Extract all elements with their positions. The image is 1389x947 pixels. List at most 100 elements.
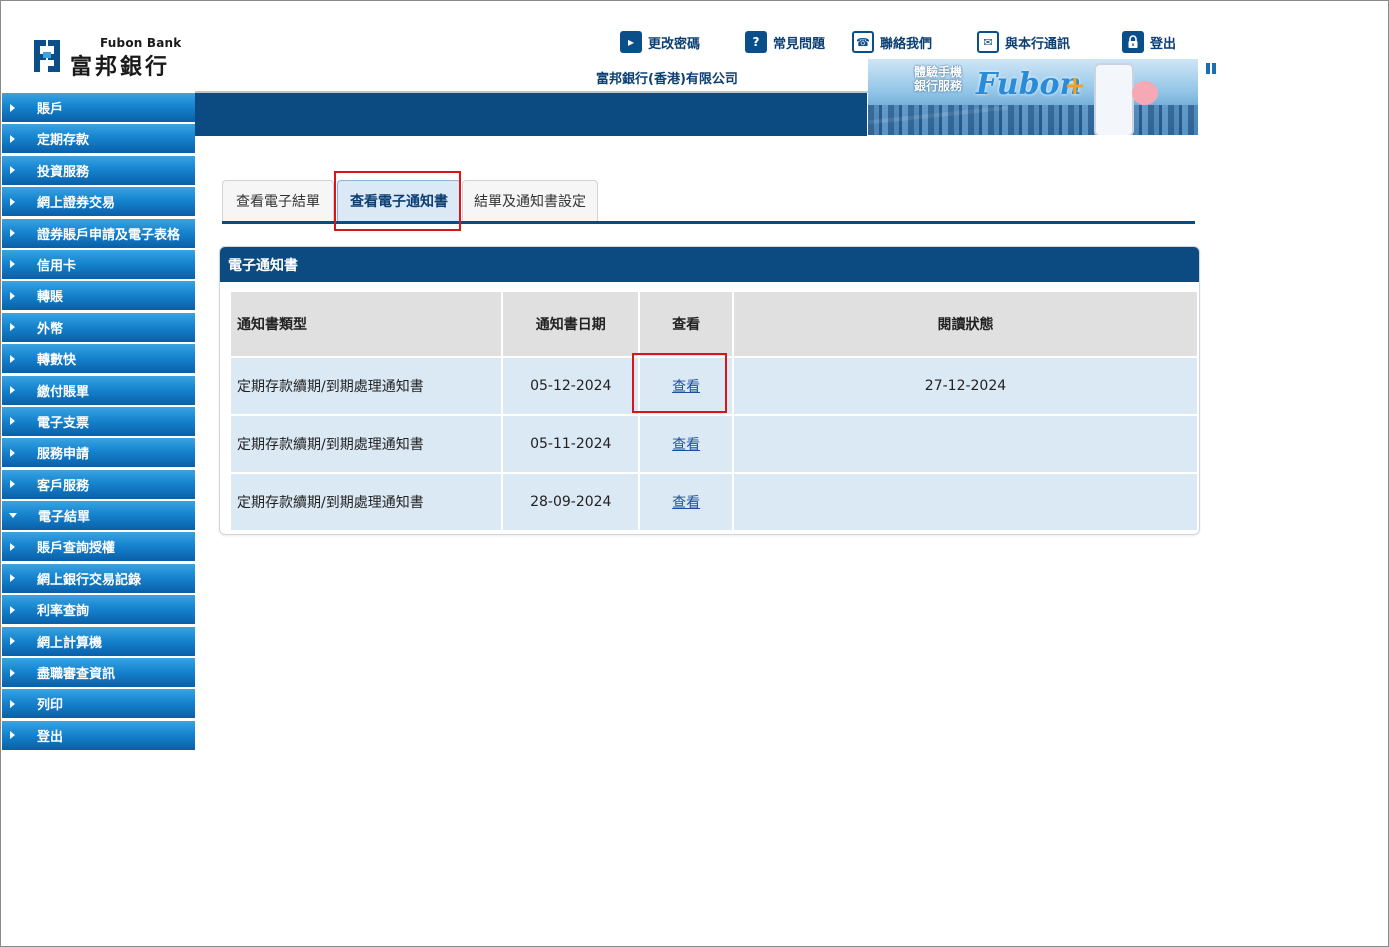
sidebar-item-account-inquiry-authorization[interactable]: 賬戶查詢授權	[2, 532, 195, 562]
question-icon: ?	[745, 31, 767, 53]
sidebar-item-label: 賬戶	[37, 102, 64, 117]
sidebar-item-label: 定期存款	[37, 133, 90, 149]
sidebar-item-print[interactable]: 列印	[2, 689, 195, 719]
sidebar-item-label: 服務申請	[37, 447, 90, 463]
sidebar-item-securities-account-forms[interactable]: 證券賬戶申請及電子表格	[2, 218, 195, 248]
sidebar-item-label: 證券賬戶申請及電子表格	[37, 227, 181, 243]
banner-tagline-line1: 體驗手機	[914, 65, 963, 79]
sidebar-item-label: 網上證券交易	[37, 196, 116, 212]
sidebar-item-securities-trading[interactable]: 網上證券交易	[2, 187, 195, 217]
sidebar-item-bill-payment[interactable]: 繳付賬單	[2, 375, 195, 405]
chevron-right-icon	[10, 637, 15, 646]
cell-advice-type: 定期存款續期/到期處理通知書	[231, 416, 502, 472]
sidebar-item-due-diligence[interactable]: 盡職審查資訊	[2, 658, 195, 688]
banner-pause-button[interactable]	[1206, 59, 1218, 74]
sidebar-item-label: 客戶服務	[37, 478, 90, 494]
sidebar-item-label: 賬戶查詢授權	[37, 541, 116, 557]
sidebar-item-label: 盡職審查資訊	[37, 667, 116, 683]
tab-label: 查看電子結單	[236, 194, 320, 210]
chevron-right-icon	[10, 323, 15, 332]
cell-advice-type: 定期存款續期/到期處理通知書	[231, 358, 502, 414]
sidebar-item-label: 投資服務	[37, 164, 90, 180]
banner-tagline: 體驗手機 銀行服務	[914, 65, 962, 93]
header-band	[195, 93, 867, 136]
chevron-right-icon	[10, 134, 15, 143]
chevron-right-icon	[10, 386, 15, 395]
cell-advice-type: 定期存款續期/到期處理通知書	[231, 474, 502, 530]
sidebar-item-transaction-records[interactable]: 網上銀行交易記錄	[2, 563, 195, 593]
sidebar-item-label: 電子支票	[37, 415, 90, 431]
sidebar-item-label: 外幣	[37, 321, 64, 337]
cell-advice-date: 28-09-2024	[503, 474, 639, 530]
chevron-right-icon	[10, 417, 15, 426]
sidebar-item-label: 繳付賬單	[37, 384, 90, 400]
sidebar-item-fps[interactable]: 轉數快	[2, 344, 195, 374]
chevron-right-icon	[10, 542, 15, 551]
logout-top-label: 登出	[1150, 36, 1177, 52]
sidebar-item-label: 網上銀行交易記錄	[37, 572, 142, 588]
cell-advice-date: 05-11-2024	[503, 416, 639, 472]
sidebar-item-label: 轉賬	[37, 290, 64, 306]
cell-read-status: 27-12-2024	[733, 358, 1197, 414]
view-link[interactable]: 查看	[672, 495, 700, 511]
sidebar-item-foreign-currency[interactable]: 外幣	[2, 312, 195, 342]
sidebar-item-customer-service[interactable]: 客戶服務	[2, 469, 195, 499]
chevron-right-icon	[10, 166, 15, 175]
view-link-highlight-box	[632, 353, 727, 413]
faq-link[interactable]: ? 常見問題	[745, 30, 825, 54]
tab-statement-advice-settings[interactable]: 結單及通知書設定	[462, 180, 598, 221]
chevron-right-icon	[10, 260, 15, 269]
logout-top-link[interactable]: 登出	[1122, 30, 1176, 54]
view-link[interactable]: 查看	[672, 437, 700, 453]
sidebar-item-investment[interactable]: 投資服務	[2, 155, 195, 185]
logo-chinese-text: 富邦銀行	[70, 55, 171, 80]
chevron-right-icon	[10, 354, 15, 363]
chevron-right-icon	[10, 731, 15, 740]
contact-bank-label: 與本行通訊	[1005, 36, 1071, 52]
table-row: 定期存款續期/到期處理通知書 05-11-2024 查看	[231, 416, 1197, 472]
phone-icon: ☎	[852, 31, 874, 53]
company-name: 富邦銀行(香港)有限公司	[596, 72, 738, 87]
header-advice-date: 通知書日期	[503, 292, 639, 356]
sidebar-item-e-statement[interactable]: 電子結單	[2, 501, 195, 531]
sidebar-item-label: 電子結單	[38, 510, 91, 526]
sidebar-item-service-application[interactable]: 服務申請	[2, 438, 195, 468]
table-header-row: 通知書類型 通知書日期 查看 閱讀狀態	[231, 292, 1197, 356]
tab-label: 結單及通知書設定	[474, 194, 586, 210]
sidebar-item-transfer[interactable]: 轉賬	[2, 281, 195, 311]
change-password-link[interactable]: ▸ 更改密碼	[620, 30, 700, 54]
sidebar-menu: 賬戶 定期存款 投資服務 網上證券交易 證券賬戶申請及電子表格 信用卡 轉賬 外…	[2, 93, 195, 752]
sidebar-item-time-deposit[interactable]: 定期存款	[2, 124, 195, 154]
sidebar-item-credit-card[interactable]: 信用卡	[2, 249, 195, 279]
chevron-right-icon	[10, 574, 15, 583]
chevron-right-icon	[10, 699, 15, 708]
sidebar-item-label: 列印	[37, 698, 64, 714]
play-icon: ▸	[620, 31, 642, 53]
contact-us-link[interactable]: ☎ 聯絡我們	[852, 30, 932, 54]
chevron-right-icon	[10, 291, 15, 300]
header-view: 查看	[640, 292, 732, 356]
sidebar-item-accounts[interactable]: 賬戶	[2, 93, 195, 122]
contact-bank-link[interactable]: ✉ 與本行通訊	[977, 30, 1070, 54]
banner-phone-image	[1094, 63, 1134, 135]
fubon-logo[interactable]: Fubon Bank 富邦銀行	[30, 36, 190, 80]
fubon-logo-mark-icon	[34, 40, 60, 72]
sidebar-item-logout[interactable]: 登出	[2, 720, 195, 750]
banner-decoration	[1132, 81, 1158, 105]
sidebar-item-label: 網上計算機	[37, 635, 103, 651]
contact-us-label: 聯絡我們	[880, 36, 933, 52]
chevron-right-icon	[10, 103, 15, 112]
cell-view: 查看	[640, 416, 732, 472]
header-advice-type: 通知書類型	[231, 292, 502, 356]
sidebar-item-label: 信用卡	[37, 258, 77, 274]
tab-view-e-statement[interactable]: 查看電子結單	[222, 180, 334, 221]
tab-highlight-box	[334, 171, 461, 231]
sidebar-item-e-cheque[interactable]: 電子支票	[2, 406, 195, 436]
chevron-right-icon	[10, 448, 15, 457]
promo-banner[interactable]: 體驗手機 銀行服務 Fubon +	[868, 59, 1198, 135]
chevron-right-icon	[10, 605, 15, 614]
table-row: 定期存款續期/到期處理通知書 28-09-2024 查看	[231, 474, 1197, 530]
sidebar-item-interest-rates[interactable]: 利率查詢	[2, 595, 195, 625]
sidebar-item-calculator[interactable]: 網上計算機	[2, 626, 195, 656]
logo-english-text: Fubon Bank	[100, 36, 182, 50]
